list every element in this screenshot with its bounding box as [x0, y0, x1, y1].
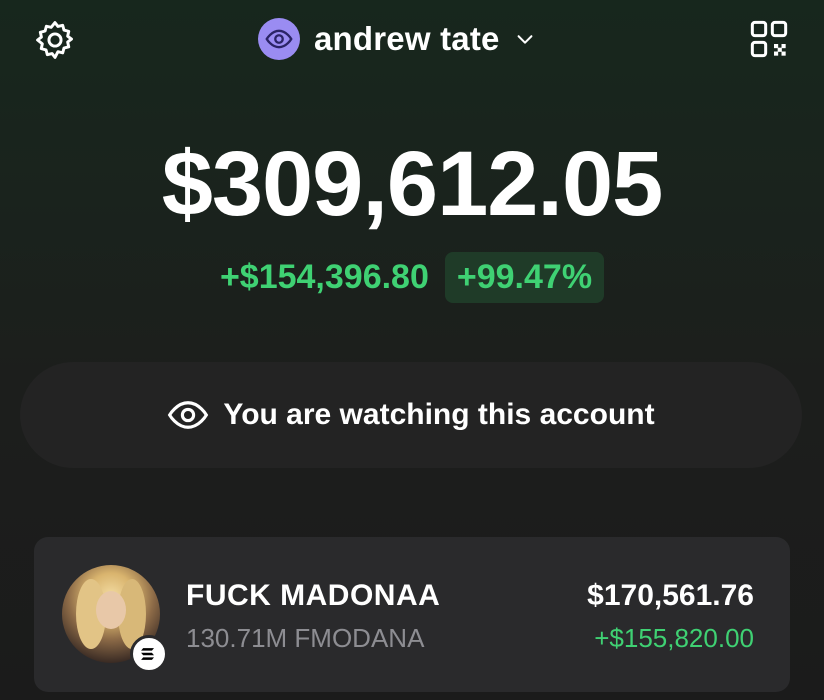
watching-account-banner: You are watching this account [20, 362, 802, 468]
chevron-down-icon [517, 35, 533, 44]
portfolio-change: +$154,396.80 +99.47% [0, 252, 824, 303]
account-switcher[interactable]: andrew tate [258, 15, 536, 63]
token-quantity: 130.71M FMODANA [186, 623, 425, 653]
token-change: +$155,820.00 [594, 623, 754, 653]
settings-button[interactable] [30, 15, 80, 65]
change-amount: +$154,396.80 [219, 258, 429, 296]
top-bar: andrew tate [0, 0, 824, 80]
gear-icon [36, 21, 73, 59]
token-name: FUCK MADONAA [186, 579, 441, 612]
qr-code-icon [750, 20, 788, 58]
eye-icon [265, 29, 293, 49]
watching-text: You are watching this account [223, 398, 655, 431]
change-percent-badge: +99.47% [444, 252, 605, 303]
chain-badge [130, 635, 168, 673]
solana-icon [141, 648, 154, 660]
token-value: $170,561.76 [587, 579, 754, 612]
account-name: andrew tate [314, 20, 500, 57]
account-avatar [258, 18, 300, 60]
qr-code-button[interactable] [744, 16, 794, 62]
avatar-face [96, 591, 126, 629]
token-list-item[interactable]: FUCK MADONAA 130.71M FMODANA $170,561.76… [34, 537, 790, 692]
portfolio-balance: $309,612.05 [161, 133, 664, 235]
eye-icon [168, 401, 209, 429]
